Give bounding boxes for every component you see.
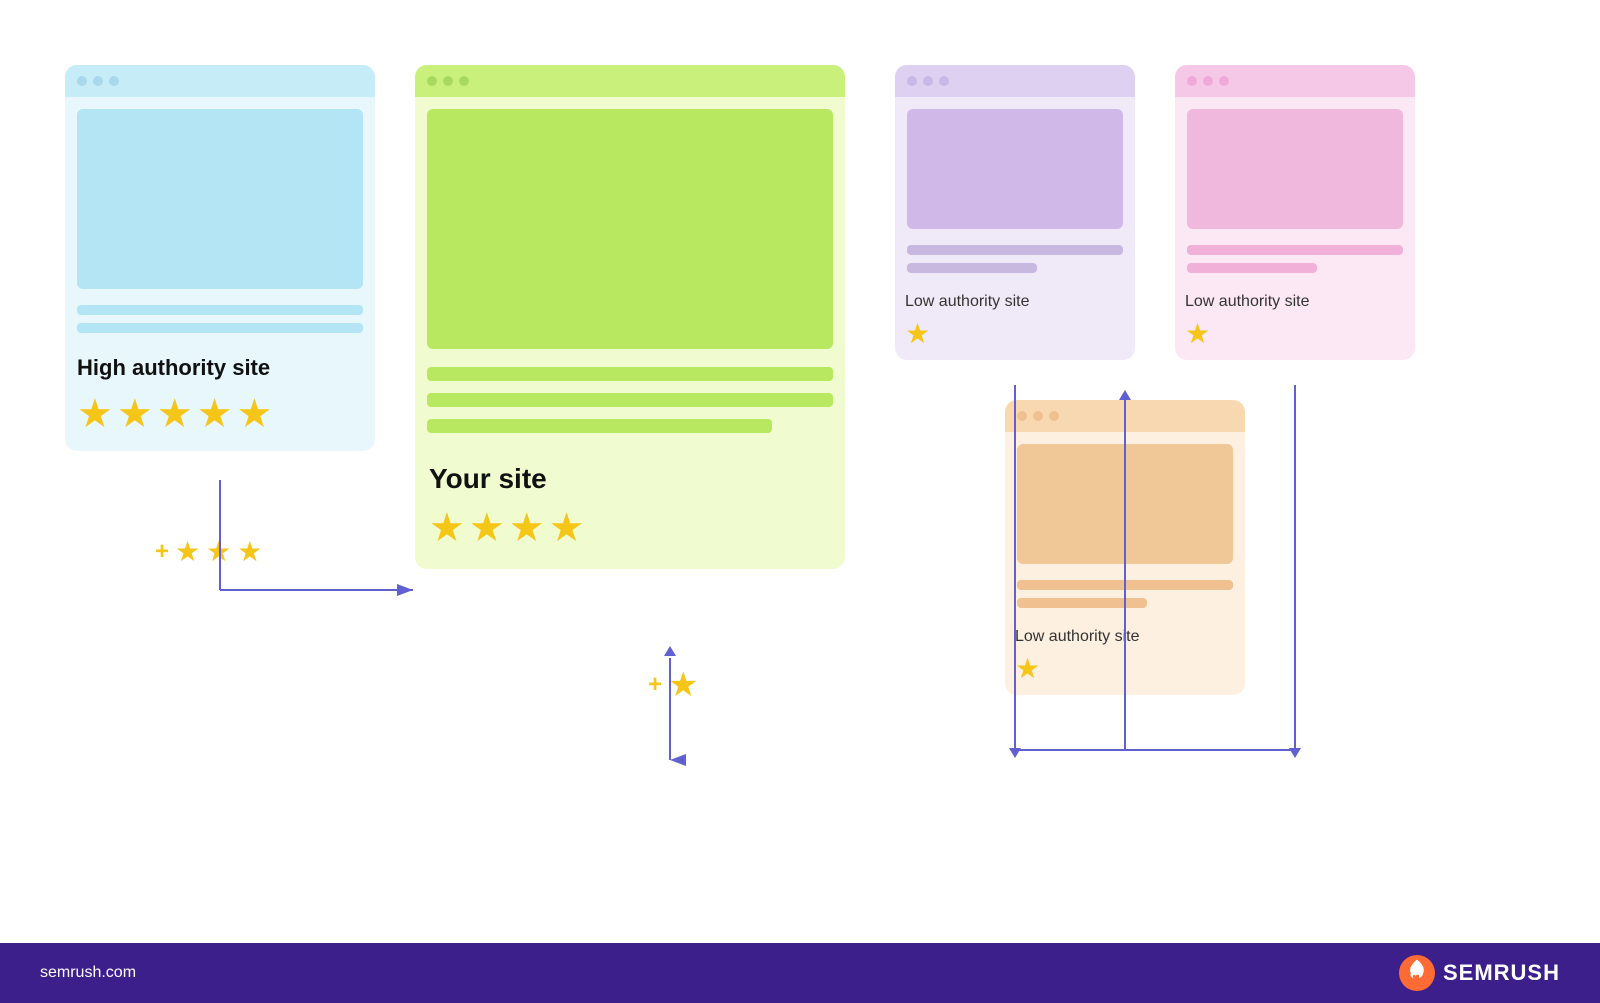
arrows-svg [0, 0, 1600, 943]
main-content: High authority site ★ ★ ★ ★ ★ Your site … [0, 0, 1600, 943]
semrush-logo: SEMRUSH [1399, 955, 1560, 991]
semrush-brand-text: SEMRUSH [1443, 960, 1560, 986]
footer-domain: semrush.com [40, 964, 136, 982]
semrush-flame-icon [1399, 955, 1435, 991]
footer: semrush.com SEMRUSH [0, 943, 1600, 1003]
